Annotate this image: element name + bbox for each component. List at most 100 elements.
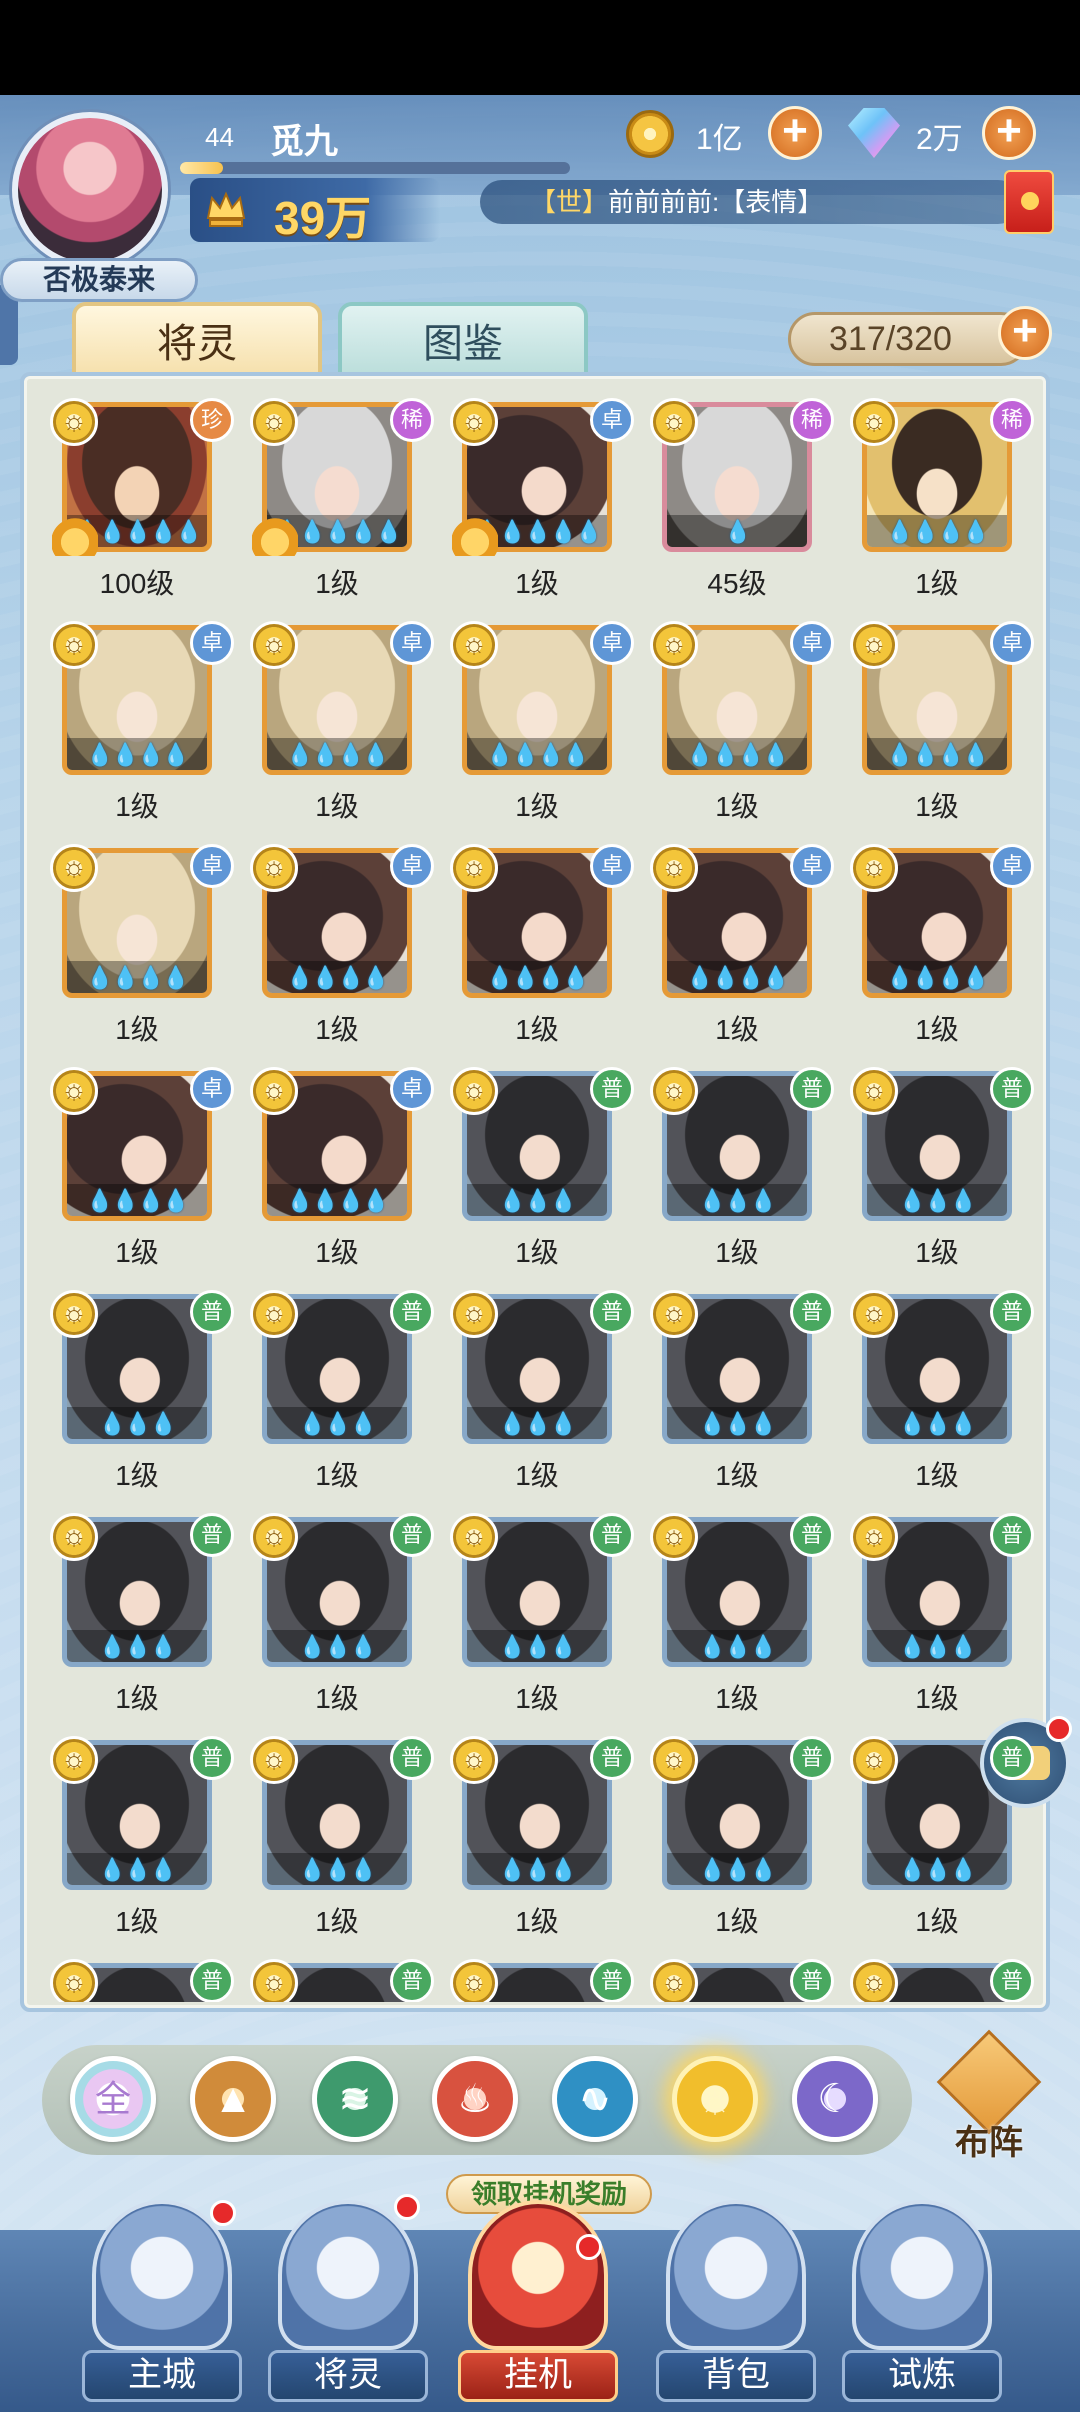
nav-trial[interactable]: 试炼	[842, 2200, 1002, 2412]
add-diamond-button[interactable]: +	[982, 106, 1036, 160]
hero-stars: 💧💧💧	[498, 1411, 577, 1436]
hero-level: 1级	[515, 1460, 559, 1491]
hero-card[interactable]: 💧💧💧 ☼ 普 1级	[240, 1284, 440, 1507]
hero-card[interactable]: 💧💧💧 ☼ 普 1级	[440, 1507, 640, 1730]
hero-card[interactable]: 💧💧💧💧 ☼ 卓 1级	[440, 615, 640, 838]
hero-level: 1级	[515, 568, 559, 599]
nav-city[interactable]: 主城	[82, 2200, 242, 2412]
player-level: 44	[205, 122, 234, 152]
hero-card[interactable]: 💧💧💧 ☼ 普 1级	[40, 1730, 240, 1953]
filter-fire-button[interactable]: ♨	[432, 2056, 518, 2142]
hero-card[interactable]: ☼ 普	[640, 1953, 840, 2002]
light-element-icon: ☼	[850, 398, 898, 446]
hero-card[interactable]: 💧💧💧💧 ☼ 卓 1级	[240, 838, 440, 1061]
rarity-badge: 普	[990, 1959, 1034, 2002]
light-element-icon: ☼	[450, 844, 498, 892]
mountain-icon: ▲	[213, 2077, 253, 2121]
hero-card[interactable]: 💧💧💧💧 ☼ 稀 1级	[840, 392, 1040, 615]
hero-card[interactable]: 💧💧💧💧💧 ☼ 卓 1级	[440, 392, 640, 615]
hero-level: 1级	[515, 1014, 559, 1045]
hero-level: 1级	[315, 1906, 359, 1937]
player-avatar[interactable]	[12, 112, 168, 268]
filter-wind-button[interactable]: ≋	[312, 2056, 398, 2142]
hero-card[interactable]: 💧💧💧 ☼ 普 1级	[840, 1730, 1040, 1953]
light-element-icon: ☼	[50, 1067, 98, 1115]
hero-level: 1级	[715, 1460, 759, 1491]
hero-card[interactable]: 💧💧💧 ☼ 普 1级	[440, 1730, 640, 1953]
light-element-icon: ☼	[450, 621, 498, 669]
hero-card[interactable]: 💧💧💧💧 ☼ 卓 1级	[640, 615, 840, 838]
light-element-icon: ☼	[450, 1513, 498, 1561]
hero-card[interactable]: 💧💧💧 ☼ 普 1级	[40, 1507, 240, 1730]
add-gold-button[interactable]: +	[768, 106, 822, 160]
filter-water-button[interactable]: ∿	[552, 2056, 638, 2142]
hero-card[interactable]: 💧💧💧 ☼ 普 1级	[840, 1507, 1040, 1730]
hero-card[interactable]: 💧💧💧💧 ☼ 卓 1级	[240, 1061, 440, 1284]
tab-codex[interactable]: 图鉴	[338, 302, 588, 382]
hero-grid-scroll[interactable]: 💧💧💧💧💧 ☼ 珍 100级 💧💧💧💧💧 ☼ 稀 1级 💧💧💧💧💧 ☼ 卓 1级 💧 ☼ 稀 45级 💧💧💧💧 ☼…	[40, 392, 1040, 2002]
flame-icon: ♨	[457, 2077, 493, 2121]
hero-level: 1级	[315, 791, 359, 822]
rarity-badge: 普	[990, 1736, 1034, 1780]
hero-card[interactable]: 💧💧💧 ☼ 普 1级	[840, 1284, 1040, 1507]
hero-card[interactable]: 💧💧💧💧 ☼ 卓 1级	[40, 838, 240, 1061]
hero-stars: 💧💧💧	[698, 1857, 777, 1882]
nav-spirits[interactable]: 将灵	[268, 2194, 428, 2412]
rarity-badge: 卓	[190, 1067, 234, 1111]
hero-card[interactable]: 💧💧💧 ☼ 普 1级	[640, 1284, 840, 1507]
sun-icon: ☼	[696, 2077, 734, 2121]
filter-dark-button[interactable]: ☾	[792, 2056, 878, 2142]
hero-card[interactable]: 💧💧💧 ☼ 普 1级	[840, 1061, 1040, 1284]
hero-card[interactable]: 💧💧💧💧💧 ☼ 珍 100级	[40, 392, 240, 615]
hero-card[interactable]: 💧💧💧💧💧 ☼ 稀 1级	[240, 392, 440, 615]
hero-card[interactable]: 💧💧💧 ☼ 普 1级	[440, 1284, 640, 1507]
world-chat-ticker[interactable]: 【世】前前前前:【表情】	[480, 180, 1020, 224]
filter-earth-button[interactable]: ▲	[190, 2056, 276, 2142]
crossed-swords-icon	[468, 2200, 608, 2350]
filter-light-button[interactable]: ☼	[672, 2056, 758, 2142]
red-envelope-icon[interactable]	[1004, 170, 1054, 234]
hero-card[interactable]: ☼ 普	[440, 1953, 640, 2002]
hero-card[interactable]: ☼ 普	[40, 1953, 240, 2002]
hero-card[interactable]: 💧 ☼ 稀 45级	[640, 392, 840, 615]
hero-card[interactable]: 💧💧💧💧 ☼ 卓 1级	[840, 838, 1040, 1061]
hero-card[interactable]: 💧💧💧 ☼ 普 1级	[240, 1730, 440, 1953]
rarity-badge: 普	[990, 1067, 1034, 1111]
hero-level: 1级	[515, 1906, 559, 1937]
nav-idle[interactable]: 挂机	[458, 2200, 618, 2412]
light-element-icon: ☼	[850, 1513, 898, 1561]
expand-capacity-button[interactable]: +	[998, 306, 1052, 360]
hero-card[interactable]: ☼ 普	[840, 1953, 1040, 2002]
hero-stars: 💧💧💧	[98, 1857, 177, 1882]
hero-card[interactable]: 💧💧💧 ☼ 普 1级	[240, 1507, 440, 1730]
hero-card[interactable]: 💧💧💧 ☼ 普 1级	[640, 1730, 840, 1953]
hero-card[interactable]: 💧💧💧 ☼ 普 1级	[640, 1507, 840, 1730]
hero-card[interactable]: 💧💧💧 ☼ 普 1级	[640, 1061, 840, 1284]
rarity-badge: 普	[790, 1513, 834, 1557]
hero-card[interactable]: 💧💧💧💧 ☼ 卓 1级	[840, 615, 1040, 838]
light-element-icon: ☼	[650, 398, 698, 446]
formation-button[interactable]: 布阵	[934, 2029, 1044, 2162]
hero-card[interactable]: 💧💧💧 ☼ 普 1级	[40, 1284, 240, 1507]
chat-channel-tag: 【世】	[530, 187, 609, 217]
hero-card[interactable]: 💧💧💧💧 ☼ 卓 1级	[240, 615, 440, 838]
hero-card[interactable]: ☼ 普	[240, 1953, 440, 2002]
gold-amount: 1亿	[696, 123, 743, 156]
hero-level: 1级	[115, 791, 159, 822]
hero-card[interactable]: 💧💧💧💧 ☼ 卓 1级	[40, 1061, 240, 1284]
hero-card[interactable]: 💧💧💧 ☼ 普 1级	[440, 1061, 640, 1284]
hero-stars: 💧💧💧	[98, 1411, 177, 1436]
light-element-icon: ☼	[650, 1959, 698, 2002]
hero-level: 1级	[915, 1237, 959, 1268]
tab-spirits[interactable]: 将灵	[72, 302, 322, 382]
hero-card[interactable]: 💧💧💧💧 ☼ 卓 1级	[640, 838, 840, 1061]
hero-stars: 💧💧💧	[898, 1411, 977, 1436]
filter-all-button[interactable]: 全	[70, 2056, 156, 2142]
rarity-badge: 普	[790, 1290, 834, 1334]
hero-card[interactable]: 💧💧💧💧 ☼ 卓 1级	[440, 838, 640, 1061]
hero-card[interactable]: 💧💧💧💧 ☼ 卓 1级	[40, 615, 240, 838]
rarity-badge: 卓	[990, 621, 1034, 665]
hero-stars: 💧💧💧💧	[886, 742, 990, 767]
gold-coin-icon	[626, 110, 674, 158]
nav-bag[interactable]: 背包	[656, 2200, 816, 2412]
